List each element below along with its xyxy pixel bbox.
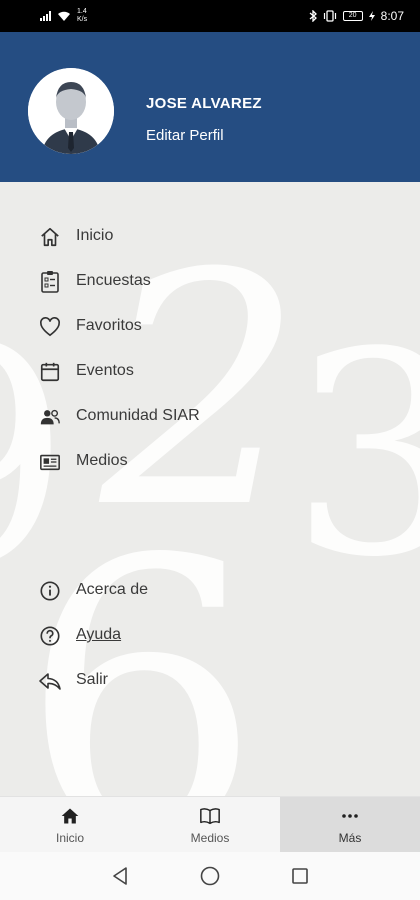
system-nav-bar: [0, 852, 420, 900]
network-speed-unit: K/s: [77, 16, 88, 23]
menu-item-label: Acerca de: [76, 581, 149, 598]
status-left: 1.4 K/s: [40, 8, 87, 24]
tab-label: Medios: [190, 830, 230, 845]
battery-icon: 20: [342, 11, 363, 21]
book-icon: [198, 805, 222, 827]
menu-item-label: Salir: [76, 671, 109, 688]
triangle-back-icon: [113, 867, 127, 885]
menu-item-acerca-de[interactable]: Acerca de: [0, 570, 300, 610]
reply-icon: [38, 669, 62, 693]
menu-item-comunidad-siar[interactable]: Comunidad SIAR: [0, 396, 300, 436]
recents-button[interactable]: [288, 864, 312, 888]
menu-item-label: Eventos: [76, 362, 134, 379]
tab-inicio[interactable]: Inicio: [0, 797, 140, 852]
menu-item-ayuda[interactable]: Ayuda: [0, 615, 300, 655]
status-bar: 1.4 K/s 20 8:07: [0, 0, 420, 32]
user-name: JOSE ALVAREZ: [146, 95, 262, 112]
menu-item-eventos[interactable]: Eventos: [0, 351, 300, 391]
menu-item-label: Favoritos: [76, 317, 142, 334]
clock: 8:07: [380, 9, 404, 23]
tab-medios[interactable]: Medios: [140, 797, 280, 852]
menu-item-inicio[interactable]: Inicio: [0, 216, 300, 256]
home-button[interactable]: [198, 864, 222, 888]
home-icon: [38, 225, 62, 249]
tab-label: Inicio: [55, 830, 84, 845]
tab-mas[interactable]: Más: [280, 797, 420, 852]
menu-item-label: Medios: [76, 452, 128, 469]
bluetooth-icon: [309, 10, 317, 22]
wifi-icon: [58, 11, 70, 21]
menu-item-label: Comunidad SIAR: [76, 407, 200, 424]
heart-icon: [38, 315, 62, 339]
avatar-placeholder-icon: [28, 68, 114, 154]
tab-label: Más: [338, 830, 362, 845]
menu-item-label: Encuestas: [76, 272, 151, 289]
info-icon: [38, 579, 62, 603]
network-speed-value: 1.4: [77, 8, 87, 15]
menu-item-medios[interactable]: Medios: [0, 441, 300, 481]
people-icon: [38, 405, 62, 429]
home-icon: [58, 805, 82, 827]
status-right: 20 8:07: [309, 9, 404, 23]
help-icon: [38, 624, 62, 648]
menu-item-label: Inicio: [76, 227, 114, 244]
menu-item-salir[interactable]: Salir: [0, 660, 300, 700]
back-button[interactable]: [108, 864, 132, 888]
avatar[interactable]: [28, 68, 114, 154]
network-speed: 1.4 K/s: [77, 8, 87, 24]
calendar-icon: [38, 360, 62, 384]
menu-item-encuestas[interactable]: Encuestas: [0, 261, 300, 301]
survey-icon: [38, 270, 62, 294]
newspaper-icon: [38, 450, 62, 474]
signal-icon: [40, 11, 51, 21]
menu-item-favoritos[interactable]: Favoritos: [0, 306, 300, 346]
bottom-nav: Inicio Medios Más: [0, 796, 420, 852]
charging-icon: [368, 11, 375, 21]
svg-text:3: 3: [290, 293, 420, 619]
profile-header: JOSE ALVAREZ Editar Perfil: [0, 32, 420, 182]
menu-item-label: Ayuda: [76, 626, 122, 643]
edit-profile-link[interactable]: Editar Perfil: [146, 127, 224, 144]
more-icon: [338, 805, 362, 827]
square-recents-icon: [292, 868, 308, 884]
drawer-menu: 2 9 3 6 Inicio Encuestas Favo: [0, 182, 420, 796]
circle-home-icon: [200, 866, 220, 886]
vibrate-icon: [323, 10, 336, 22]
battery-level: 20: [348, 12, 357, 19]
